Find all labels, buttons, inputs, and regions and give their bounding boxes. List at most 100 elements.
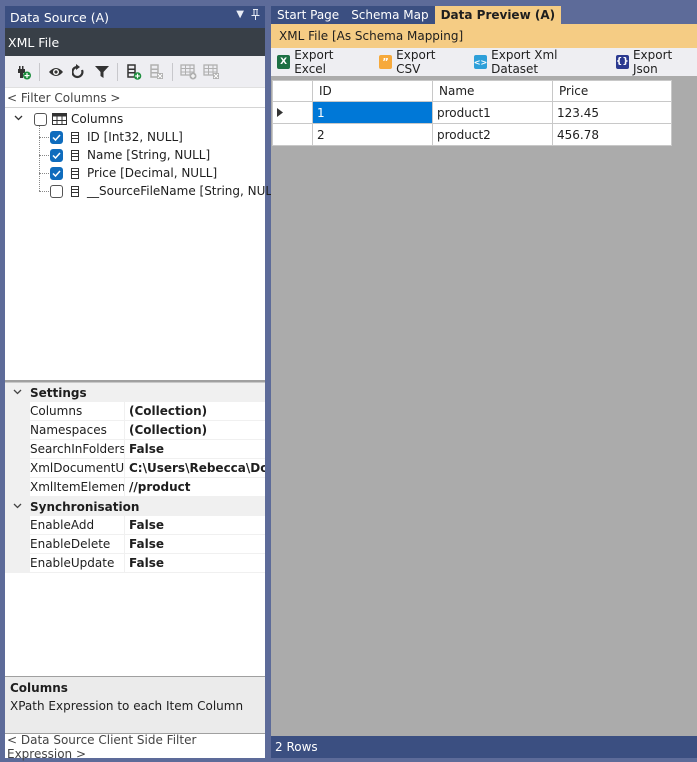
property-value[interactable]: False	[125, 535, 265, 553]
export-csv-button[interactable]: ” Export CSV	[378, 48, 460, 76]
filter-icon[interactable]	[90, 61, 113, 83]
data-source-panel: Data Source (A) ▼ XML File < Filter Colu…	[5, 6, 283, 761]
excel-icon: X	[277, 55, 291, 69]
chevron-down-icon[interactable]	[14, 114, 26, 124]
pin-icon[interactable]	[251, 9, 260, 23]
panel-title-bar: Data Source (A) ▼	[5, 6, 265, 28]
columns-tree: Columns ID [Int32, NULL] Name [String, N…	[5, 108, 283, 382]
grid-cell[interactable]: 456.78	[552, 123, 672, 146]
remove-column-icon[interactable]	[145, 61, 168, 83]
property-value[interactable]: (Collection)	[125, 402, 265, 420]
tree-node-column[interactable]: ID [Int32, NULL]	[39, 128, 183, 146]
client-filter-input[interactable]: < Data Source Client Side Filter Express…	[5, 733, 265, 761]
property-value[interactable]: //product	[125, 478, 265, 496]
remove-table-icon[interactable]	[200, 61, 223, 83]
grid-cell[interactable]: product2	[432, 123, 553, 146]
property-value[interactable]: False	[125, 440, 265, 458]
property-name: Columns	[30, 402, 125, 420]
tree-node-label: ID [Int32, NULL]	[87, 130, 183, 144]
export-xml-button[interactable]: <> Export Xml Dataset	[473, 48, 602, 76]
refresh-icon[interactable]	[67, 61, 90, 83]
column-header-name[interactable]: Name	[432, 80, 553, 102]
table-row[interactable]: 1 product1 123.45	[272, 101, 672, 124]
column-checkbox[interactable]	[50, 184, 63, 198]
column-icon	[71, 185, 79, 197]
tree-node-columns[interactable]: Columns	[14, 110, 123, 128]
property-grid: Settings Columns (Collection) Namespaces…	[5, 382, 265, 674]
button-label: Export CSV	[396, 48, 436, 76]
columns-root-checkbox[interactable]	[34, 112, 47, 126]
property-value[interactable]: C:\Users\Rebecca\Documents	[125, 459, 265, 477]
tree-node-label: Name [String, NULL]	[87, 148, 211, 162]
property-category-settings[interactable]: Settings	[5, 383, 265, 402]
add-column-icon[interactable]	[122, 61, 145, 83]
data-preview-panel: XML File [As Schema Mapping] X Export Ex…	[271, 24, 697, 758]
tab-start-page[interactable]: Start Page	[271, 6, 346, 24]
category-label: Settings	[30, 385, 87, 400]
description-title: Columns	[10, 681, 68, 695]
property-name: EnableUpdate	[30, 554, 125, 572]
property-row[interactable]: XmlDocumentUr C:\Users\Rebecca\Documents	[5, 459, 265, 478]
grid-cell[interactable]: 1	[312, 101, 433, 124]
document-title: XML File [As Schema Mapping]	[271, 24, 697, 48]
property-name: Namespaces	[30, 421, 125, 439]
toolbar-divider	[117, 62, 118, 81]
property-name: SearchInFolders	[30, 440, 125, 458]
column-header-id[interactable]: ID	[312, 80, 433, 102]
tree-node-column[interactable]: Price [Decimal, NULL]	[39, 164, 217, 182]
tab-data-preview[interactable]: Data Preview (A)	[434, 6, 562, 24]
property-row[interactable]: Columns (Collection)	[5, 402, 265, 421]
table-row[interactable]: 2 product2 456.78	[272, 123, 672, 146]
column-checkbox[interactable]	[50, 148, 63, 162]
export-toolbar: X Export Excel ” Export CSV <> Export Xm…	[271, 48, 697, 76]
tree-node-column[interactable]: __SourceFileName [String, NULL]	[39, 182, 283, 200]
filter-columns-input[interactable]: < Filter Columns >	[5, 88, 265, 108]
property-category-synchronisation[interactable]: Synchronisation	[5, 497, 265, 516]
grid-header-row: ID Name Price	[272, 80, 672, 102]
tab-schema-map[interactable]: Schema Map	[345, 6, 435, 24]
property-row[interactable]: EnableAdd False	[5, 516, 265, 535]
property-row[interactable]: XmlItemElementX //product	[5, 478, 265, 497]
preview-icon[interactable]	[44, 61, 67, 83]
grid-cell[interactable]: 2	[312, 123, 433, 146]
row-header[interactable]	[272, 123, 313, 146]
export-json-button[interactable]: {} Export Json	[615, 48, 697, 76]
property-row[interactable]: EnableUpdate False	[5, 554, 265, 573]
column-header-price[interactable]: Price	[552, 80, 672, 102]
chevron-down-icon[interactable]	[5, 387, 30, 398]
property-description: Columns XPath Expression to each Item Co…	[5, 676, 265, 734]
grid-cell[interactable]: product1	[432, 101, 553, 124]
column-checkbox[interactable]	[50, 166, 63, 180]
add-connection-icon[interactable]	[12, 61, 35, 83]
column-icon	[71, 131, 79, 143]
tree-node-label: __SourceFileName [String, NULL]	[87, 184, 284, 198]
json-icon: {}	[615, 55, 629, 69]
add-table-icon[interactable]	[177, 61, 200, 83]
toolbar-divider	[39, 62, 40, 81]
property-name: EnableAdd	[30, 516, 125, 534]
tree-node-column[interactable]: Name [String, NULL]	[39, 146, 210, 164]
row-header-current[interactable]	[272, 101, 313, 124]
button-label: Export Xml Dataset	[491, 48, 558, 76]
property-name: EnableDelete	[30, 535, 125, 553]
property-row[interactable]: EnableDelete False	[5, 535, 265, 554]
source-type-label: XML File	[5, 28, 265, 56]
source-toolbar	[5, 56, 265, 88]
property-name: XmlDocumentUr	[30, 459, 125, 477]
property-value[interactable]: False	[125, 516, 265, 534]
dropdown-icon[interactable]: ▼	[236, 9, 244, 23]
export-excel-button[interactable]: X Export Excel	[277, 48, 365, 76]
property-row[interactable]: SearchInFolders False	[5, 440, 265, 459]
column-icon	[71, 149, 79, 161]
property-value[interactable]: (Collection)	[125, 421, 265, 439]
button-label: Export Excel	[294, 48, 334, 76]
tree-node-label: Price [Decimal, NULL]	[87, 166, 218, 180]
property-row[interactable]: Namespaces (Collection)	[5, 421, 265, 440]
property-value[interactable]: False	[125, 554, 265, 572]
table-icon	[52, 113, 67, 125]
button-label: Export Json	[632, 48, 673, 76]
column-checkbox[interactable]	[50, 130, 63, 144]
column-icon	[71, 167, 79, 179]
grid-cell[interactable]: 123.45	[552, 101, 672, 124]
chevron-down-icon[interactable]	[5, 501, 30, 512]
